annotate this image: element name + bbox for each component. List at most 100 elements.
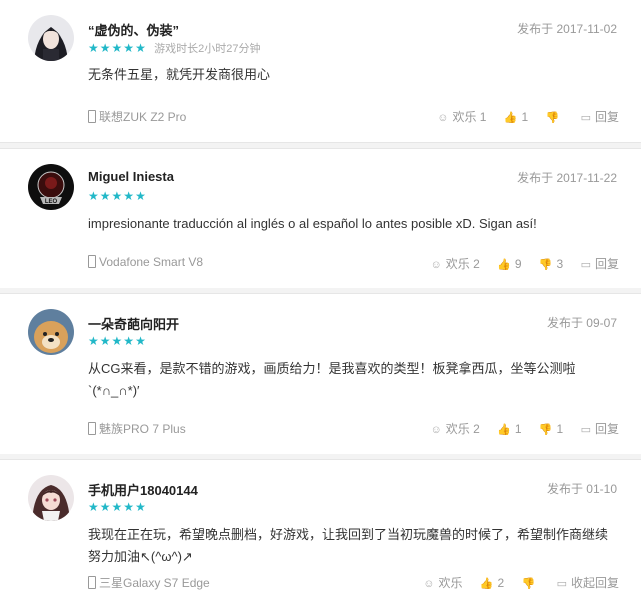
- thumbs-down-icon: 👎: [538, 259, 553, 271]
- review-card: LEO Miguel Iniesta 发布于 2017-11-22 ★★★★★ …: [0, 148, 641, 290]
- thumbs-up-icon: 👍: [503, 112, 518, 124]
- user-name[interactable]: Miguel Iniesta: [88, 169, 174, 184]
- comment-icon: ▭: [580, 259, 591, 271]
- star-icon: ★: [111, 500, 123, 514]
- phone-icon: [88, 422, 96, 435]
- fun-label: 欢乐 1: [452, 110, 487, 124]
- review-actions: ☺ 欢乐 2 👍 1 👎 1 ▭ 回复: [417, 420, 619, 437]
- device-label: 魅族PRO 7 Plus: [88, 420, 186, 437]
- review-footer: 联想ZUK Z2 Pro ☺ 欢乐 1 👍 1 👎 ▭ 回复: [88, 108, 619, 126]
- smile-icon: ☺: [423, 578, 435, 590]
- review-text: 我现在正在玩，希望晚点删档，好游戏，让我回到了当初玩魔兽的时候了，希望制作商继续…: [88, 527, 609, 564]
- device-label: 三星Galaxy S7 Edge: [88, 574, 210, 591]
- post-date: 发布于 09-07: [546, 316, 617, 330]
- review-card: 手机用户18040144 发布于 01-10 ★★★★★ 我现在正在玩，希望晚点…: [0, 459, 641, 608]
- comment-icon: ▭: [580, 424, 591, 436]
- fun-label: 欢乐 2: [445, 257, 480, 271]
- star-icon: ★: [135, 500, 146, 514]
- dislike-button[interactable]: 👎: [546, 110, 564, 124]
- fun-label: 欢乐 2: [445, 422, 480, 436]
- reply-label: 收起回复: [570, 576, 619, 590]
- collapse-reply-button[interactable]: ▭ 收起回复: [557, 574, 619, 591]
- dislike-button[interactable]: 👎 1: [539, 422, 563, 436]
- rating-stars: ★★★★★: [88, 189, 147, 203]
- star-icon: ★: [99, 189, 111, 203]
- smile-icon: ☺: [430, 424, 442, 436]
- star-icon: ★: [123, 334, 135, 348]
- thumbs-down-icon: 👎: [538, 424, 553, 436]
- reply-button[interactable]: ▭ 回复: [581, 255, 619, 272]
- review-card: “虚伪的、伪装” 发布于 2017-11-02 ★★★★★ 游戏时长2小时27分…: [0, 0, 641, 143]
- rating-stars: ★★★★★: [88, 334, 147, 348]
- user-name[interactable]: “虚伪的、伪装”: [88, 20, 179, 39]
- thumbs-up-icon: 👍: [497, 259, 511, 271]
- dislike-count: 1: [556, 422, 564, 436]
- fun-label: 欢乐: [438, 576, 463, 590]
- star-icon: ★: [88, 334, 99, 348]
- like-button[interactable]: 👍 9: [497, 257, 521, 271]
- device-name: Vodafone Smart V8: [99, 255, 204, 269]
- fun-button[interactable]: ☺ 欢乐 2: [431, 420, 480, 437]
- rating-stars: ★★★★★: [88, 500, 147, 514]
- reply-button[interactable]: ▭ 回复: [581, 420, 619, 437]
- play-time: 游戏时长2小时27分钟: [154, 43, 261, 55]
- device-label: 联想ZUK Z2 Pro: [88, 108, 186, 125]
- review-text: 无条件五星，就凭开发商很用心: [88, 67, 271, 82]
- review-footer: Vodafone Smart V8 ☺ 欢乐 2 👍 9 👎 3 ▭ 回复: [88, 255, 619, 273]
- avatar[interactable]: LEO: [28, 164, 74, 210]
- reply-label: 回复: [594, 422, 619, 436]
- like-count: 2: [497, 576, 505, 590]
- like-button[interactable]: 👍 1: [504, 110, 528, 124]
- avatar[interactable]: [28, 309, 74, 355]
- post-date: 发布于 2017-11-22: [517, 171, 617, 185]
- review-actions: ☺ 欢乐 2 👍 9 👎 3 ▭ 回复: [417, 255, 619, 272]
- fun-button[interactable]: ☺ 欢乐 2: [431, 255, 480, 272]
- star-icon: ★: [123, 189, 135, 203]
- comment-icon: ▭: [580, 112, 591, 124]
- device-name: 三星Galaxy S7 Edge: [99, 576, 210, 590]
- star-icon: ★: [135, 41, 146, 55]
- thumbs-up-icon: 👍: [497, 424, 511, 436]
- fun-button[interactable]: ☺ 欢乐: [423, 574, 462, 591]
- like-button[interactable]: 👍 2: [480, 576, 504, 590]
- dislike-button[interactable]: 👎 3: [539, 257, 563, 271]
- phone-icon: [88, 255, 96, 268]
- review-actions: ☺ 欢乐 👍 2 👎 ▭ 收起回复: [409, 574, 619, 591]
- fun-button[interactable]: ☺ 欢乐 1: [437, 108, 486, 125]
- like-button[interactable]: 👍 1: [497, 422, 521, 436]
- phone-icon: [88, 110, 96, 123]
- svg-text:LEO: LEO: [45, 199, 58, 205]
- star-icon: ★: [88, 41, 99, 55]
- star-icon: ★: [99, 334, 111, 348]
- post-date: 发布于 2017-11-02: [517, 22, 617, 36]
- post-date: 发布于 01-10: [546, 482, 617, 496]
- smile-icon: ☺: [437, 112, 449, 124]
- reply-button[interactable]: ▭ 回复: [581, 108, 619, 125]
- device-name: 魅族PRO 7 Plus: [99, 422, 186, 436]
- star-icon: ★: [88, 189, 99, 203]
- star-icon: ★: [99, 500, 111, 514]
- device-name: 联想ZUK Z2 Pro: [99, 110, 187, 124]
- review-text: impresionante traducción al inglés o al …: [88, 216, 537, 231]
- star-icon: ★: [99, 41, 111, 55]
- star-icon: ★: [123, 500, 135, 514]
- dislike-count: 3: [556, 257, 564, 271]
- user-name[interactable]: 手机用户18040144: [88, 480, 198, 499]
- star-icon: ★: [111, 334, 123, 348]
- like-count: 9: [514, 257, 522, 271]
- review-actions: ☺ 欢乐 1 👍 1 👎 ▭ 回复: [423, 108, 619, 125]
- user-name[interactable]: 一朵奇葩向阳开: [88, 314, 179, 333]
- thumbs-up-icon: 👍: [479, 578, 494, 590]
- like-count: 1: [521, 110, 529, 124]
- review-card: 一朵奇葩向阳开 发布于 09-07 ★★★★★ 从CG来看，是款不错的游戏，画质…: [0, 293, 641, 455]
- review-footer: 魅族PRO 7 Plus ☺ 欢乐 2 👍 1 👎 1 ▭ 回复: [88, 420, 619, 438]
- star-icon: ★: [123, 41, 135, 55]
- phone-icon: [88, 576, 96, 589]
- reply-label: 回复: [594, 257, 619, 271]
- avatar[interactable]: [28, 15, 74, 61]
- like-count: 1: [514, 422, 522, 436]
- dislike-button[interactable]: 👎: [522, 576, 540, 590]
- avatar[interactable]: [28, 475, 74, 521]
- thumbs-down-icon: 👎: [545, 112, 560, 124]
- star-icon: ★: [88, 500, 99, 514]
